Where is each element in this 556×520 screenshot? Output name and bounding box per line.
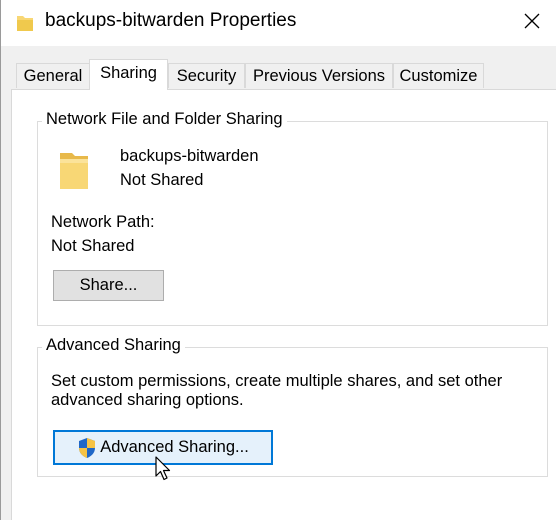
advanced-sharing-description-line1: Set custom permissions, create multiple … (51, 372, 503, 390)
tab-strip: General Sharing Security Previous Versio… (1, 46, 556, 92)
advanced-sharing-group: Advanced Sharing Set custom permissions,… (37, 336, 548, 477)
share-button[interactable]: Share... (53, 270, 164, 301)
tab-previous-versions[interactable]: Previous Versions (245, 63, 393, 88)
advanced-sharing-description-line2: advanced sharing options. (51, 391, 244, 409)
folder-icon (16, 13, 34, 33)
share-status: Not Shared (120, 171, 204, 189)
tab-sharing[interactable]: Sharing (89, 59, 168, 90)
uac-shield-icon (77, 437, 97, 459)
network-sharing-group: Network File and Folder Sharing backups-… (37, 110, 548, 326)
folder-icon (58, 147, 90, 191)
advanced-sharing-legend: Advanced Sharing (42, 336, 185, 355)
tab-general[interactable]: General (16, 63, 90, 88)
network-sharing-legend: Network File and Folder Sharing (42, 110, 287, 129)
tab-security[interactable]: Security (168, 63, 245, 88)
advanced-sharing-button-label: Advanced Sharing... (100, 438, 249, 456)
tab-customize[interactable]: Customize (393, 63, 484, 88)
mouse-cursor-icon (155, 456, 173, 482)
share-button-label: Share... (79, 276, 138, 294)
close-icon (524, 13, 540, 34)
close-button[interactable] (507, 0, 556, 46)
folder-name: backups-bitwarden (120, 147, 259, 165)
properties-dialog: backups-bitwarden Properties General Sha… (0, 0, 556, 520)
sharing-panel: Network File and Folder Sharing backups-… (11, 89, 556, 520)
window-title: backups-bitwarden Properties (45, 10, 297, 31)
network-path-label: Network Path: (51, 213, 155, 231)
network-path-value: Not Shared (51, 237, 135, 255)
title-bar: backups-bitwarden Properties (1, 0, 556, 46)
